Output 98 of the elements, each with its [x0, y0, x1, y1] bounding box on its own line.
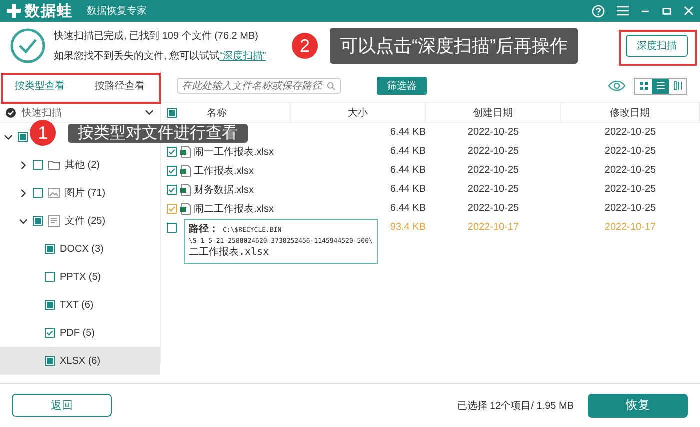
tree-item[interactable]: XLSX (6) — [60, 356, 101, 366]
check-circle-icon — [6, 108, 16, 118]
tooltip-label: 路径： — [189, 223, 219, 237]
created-date: 2022-10-25 — [468, 184, 520, 195]
checkbox[interactable] — [45, 356, 55, 366]
tooltip-path: 二工作报表.xlsx — [189, 246, 270, 260]
view-tab[interactable]: 按路径查看 — [93, 75, 147, 97]
checkbox[interactable] — [167, 204, 177, 214]
checkbox[interactable] — [167, 184, 177, 194]
spreadsheet-file-icon — [180, 184, 191, 196]
grid-icon — [638, 81, 648, 91]
checkbox[interactable] — [45, 328, 55, 338]
success-check-icon — [10, 28, 46, 64]
view-tab[interactable]: 按类型查看 — [13, 75, 67, 97]
deep-scan-button[interactable]: 深度扫描 — [626, 35, 688, 57]
step-badge: 2 — [292, 33, 318, 59]
tree-item[interactable]: PPTX (5) — [60, 272, 102, 282]
filter-button[interactable]: 筛选器 — [377, 77, 427, 95]
modified-date: 2022-10-25 — [604, 184, 656, 195]
close-icon[interactable] — [684, 6, 694, 16]
file-size: 6.44 KB — [390, 203, 426, 214]
menu-icon[interactable] — [617, 6, 629, 16]
checkbox[interactable] — [33, 216, 43, 226]
file-size: 6.44 KB — [390, 184, 426, 195]
tree-item[interactable]: DOCX (3) — [60, 244, 104, 254]
spreadsheet-file-icon — [180, 164, 191, 176]
created-date: 2022-10-17 — [468, 222, 520, 233]
tree-row[interactable]: TXT (6) — [0, 291, 160, 319]
expand-icon[interactable] — [19, 160, 28, 170]
tree-item[interactable]: 文件 (25) — [65, 214, 106, 228]
file-name: 财务数据.xlsx — [194, 184, 254, 196]
checkbox[interactable] — [167, 166, 177, 176]
expand-icon[interactable] — [19, 188, 28, 198]
scan-type-label: 快速扫描 — [22, 106, 62, 120]
file-size: 6.44 KB — [390, 146, 426, 157]
checkbox[interactable] — [33, 188, 43, 198]
image-icon — [48, 188, 60, 198]
collapse-icon[interactable] — [19, 216, 28, 226]
modified-date: 2022-10-25 — [604, 203, 656, 214]
modified-date: 2022-10-17 — [604, 222, 656, 233]
back-button[interactable]: 返回 — [12, 394, 112, 417]
maximize-icon[interactable] — [662, 6, 672, 16]
tree-item[interactable]: 其他 (2) — [65, 158, 100, 172]
modified-date: 2022-10-25 — [604, 165, 656, 176]
checkbox[interactable] — [45, 272, 55, 282]
logo-icon — [6, 3, 22, 19]
column-header[interactable]: 修改日期 — [610, 106, 650, 120]
modified-date: 2022-10-25 — [604, 127, 656, 138]
step-badge: 1 — [30, 120, 56, 146]
search-icon[interactable] — [327, 82, 336, 90]
view-mode-button[interactable] — [652, 78, 669, 94]
file-name: 闹二工作报表.xlsx — [194, 202, 274, 216]
created-date: 2022-10-25 — [468, 127, 520, 138]
file-size: 93.4 KB — [390, 222, 426, 233]
collapse-icon[interactable] — [4, 132, 13, 142]
checkbox[interactable] — [167, 146, 177, 156]
document-icon — [48, 215, 60, 227]
folder-icon — [48, 160, 60, 170]
column-header[interactable]: 名称 — [207, 106, 227, 120]
created-date: 2022-10-25 — [468, 165, 520, 176]
column-header[interactable]: 大小 — [348, 106, 368, 120]
checkbox[interactable] — [45, 300, 55, 310]
eye-icon[interactable] — [608, 80, 626, 92]
checkbox[interactable] — [167, 222, 177, 232]
callout-bubble: 可以点击“深度扫描”后再操作 — [330, 28, 578, 64]
tree-row[interactable]: PPTX (5) — [0, 263, 160, 291]
list-icon — [656, 81, 666, 91]
file-name: 工作报表.xlsx — [194, 164, 254, 178]
dropdown-icon[interactable] — [145, 108, 154, 117]
created-date: 2022-10-25 — [468, 146, 520, 157]
help-icon[interactable] — [592, 4, 605, 18]
file-size: 6.44 KB — [390, 127, 426, 138]
checkbox[interactable] — [33, 160, 43, 170]
deep-scan-link[interactable]: “深度扫描” — [220, 49, 266, 63]
checkbox[interactable] — [18, 132, 28, 142]
file-size: 6.44 KB — [390, 165, 426, 176]
app-name: 数据蛙 — [25, 2, 73, 20]
tree-row[interactable]: PDF (5) — [0, 319, 160, 347]
tree-row[interactable]: XLSX (6) — [0, 347, 160, 375]
tree-item[interactable]: TXT (6) — [60, 300, 94, 310]
spreadsheet-file-icon — [180, 146, 191, 158]
selection-info: 已选择 12个项目/ 1.95 MB — [457, 400, 574, 412]
detail-icon — [672, 81, 682, 91]
tree-item[interactable]: PDF (5) — [60, 328, 95, 338]
column-header[interactable]: 创建日期 — [473, 106, 513, 120]
file-name: 闹一工作报表.xlsx — [194, 146, 274, 158]
created-date: 2022-10-25 — [468, 203, 520, 214]
modified-date: 2022-10-25 — [604, 146, 656, 157]
checkbox[interactable] — [45, 244, 55, 254]
app-subtitle: 数据恢复专家 — [87, 4, 147, 18]
recover-button[interactable]: 恢复 — [588, 394, 688, 418]
tree-item[interactable]: 图片 (71) — [65, 186, 106, 200]
spreadsheet-file-icon — [180, 202, 191, 214]
checkbox[interactable] — [167, 108, 177, 118]
hint-text: 如果您找不到丢失的文件, 您可以试试 — [54, 50, 220, 63]
callout-bubble: 按类型对文件进行查看 — [68, 124, 248, 142]
scan-result-text: 快速扫描已完成, 已找到 109 个文件 (76.2 MB) — [54, 30, 260, 43]
tree-row[interactable]: DOCX (3) — [0, 235, 160, 263]
